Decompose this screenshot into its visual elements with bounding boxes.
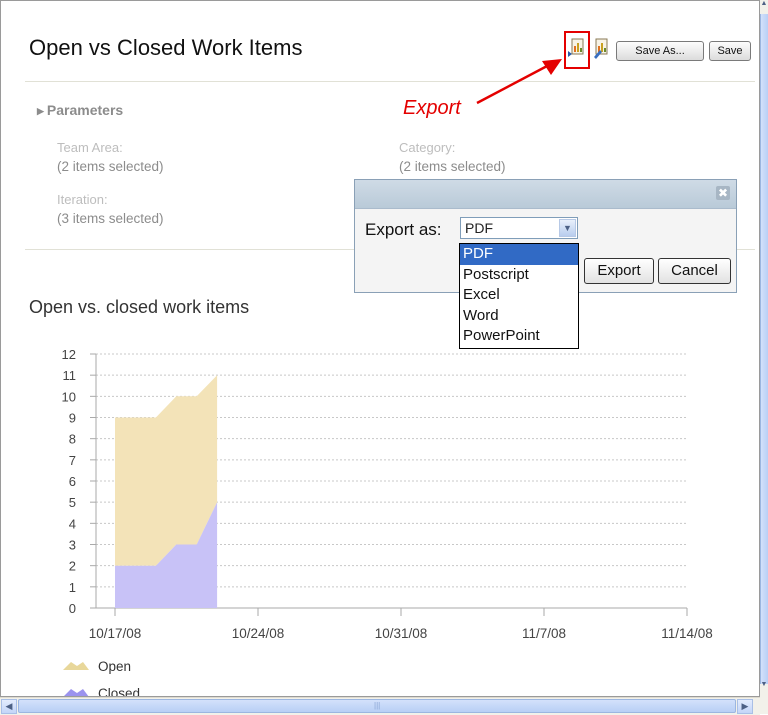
export-format-value: PDF	[465, 220, 493, 236]
export-format-select[interactable]: PDF ▼	[460, 217, 578, 239]
scroll-left-icon[interactable]: ◀	[1, 699, 17, 714]
close-icon[interactable]: ✖	[716, 186, 730, 200]
export-button[interactable]: Export	[584, 258, 654, 284]
y-tick-label: 1	[69, 580, 76, 595]
report-frame: Open vs Closed Work Items Save As... Sav…	[0, 0, 760, 697]
export-format-dropdown: PDF Postscript Excel Word PowerPoint	[459, 243, 579, 349]
horizontal-scrollbar[interactable]: ◀ ||| ▶	[0, 697, 760, 715]
y-tick-label: 4	[69, 516, 76, 531]
legend-swatch	[64, 689, 89, 696]
dropdown-option-pdf[interactable]: PDF	[460, 244, 578, 265]
y-tick-label: 8	[69, 432, 76, 447]
y-tick-label: 6	[69, 474, 76, 489]
cancel-button[interactable]: Cancel	[658, 258, 731, 284]
x-tick-label: 11/7/08	[522, 626, 566, 641]
chart-plot: 012345678910111210/17/08 10/24/08 10/31/08…	[62, 347, 713, 697]
y-tick-label: 9	[69, 411, 76, 426]
legend-label: Closed	[98, 686, 140, 697]
scroll-right-icon[interactable]: ▶	[737, 699, 753, 714]
chevron-down-icon[interactable]: ▼	[559, 219, 576, 237]
scroll-down-icon[interactable]: ▼	[760, 681, 768, 695]
scroll-grip-icon: |||	[374, 701, 381, 710]
x-tick-label: 10/24/08	[232, 626, 285, 641]
y-tick-label: 3	[69, 538, 76, 553]
dialog-header: ✖	[355, 180, 736, 209]
y-tick-label: 5	[69, 495, 76, 510]
y-tick-label: 0	[69, 601, 76, 616]
x-tick-label: 11/14/08	[661, 626, 713, 641]
dropdown-option-excel[interactable]: Excel	[460, 285, 578, 306]
y-tick-label: 11	[63, 368, 77, 383]
vertical-scrollbar[interactable]: ▲ ▼	[760, 0, 768, 714]
legend-label: Open	[98, 659, 131, 674]
legend-swatch	[63, 662, 89, 670]
y-tick-label: 10	[62, 389, 76, 404]
dropdown-option-powerpoint[interactable]: PowerPoint	[460, 326, 578, 347]
y-tick-label: 2	[69, 559, 76, 574]
y-tick-label: 7	[69, 453, 76, 468]
export-as-label: Export as:	[365, 220, 442, 239]
dropdown-option-postscript[interactable]: Postscript	[460, 265, 578, 286]
dropdown-option-word[interactable]: Word	[460, 306, 578, 327]
x-tick-label: 10/17/08	[89, 626, 142, 641]
vertical-scroll-thumb[interactable]	[760, 14, 768, 684]
x-tick-label: 10/31/08	[375, 626, 428, 641]
y-tick-label: 12	[62, 347, 76, 362]
scroll-up-icon[interactable]: ▲	[760, 0, 768, 14]
